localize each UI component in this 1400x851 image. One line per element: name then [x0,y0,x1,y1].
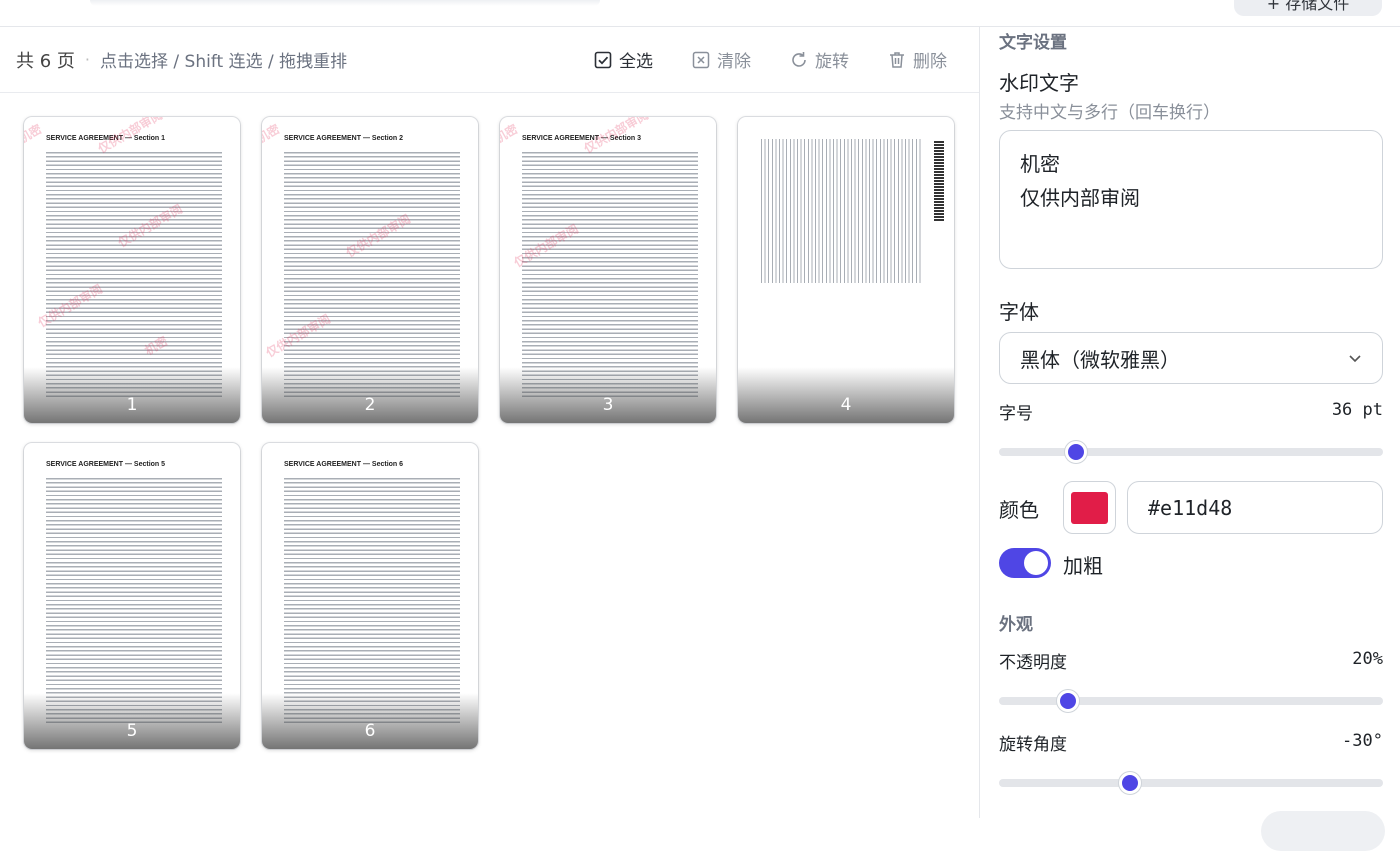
watermark-text-hint: 支持中文与多行（回车换行） [999,103,1220,123]
size-slider-thumb[interactable] [1064,441,1087,463]
watermark-text: 机密 [24,121,45,146]
color-hex-value: #e11d48 [1148,495,1233,520]
watermark-line: 机密 [1020,152,1060,176]
page-title: SERVICE AGREEMENT — Section 1 [46,135,166,142]
checkbox-icon [594,51,612,68]
page-number: 3 [602,395,614,415]
page-number: 1 [126,395,138,415]
page-thumbnail[interactable]: SERVICE AGREEMENT — Section 3 机密 仅供内部审阅 … [500,117,716,423]
rotate-button[interactable]: 旋转 [789,47,849,72]
page-thumbnail[interactable]: SERVICE AGREEMENT — Section 5 5 [24,443,240,749]
bottom-action-remnant[interactable] [1261,811,1385,851]
page-text-lines [284,151,460,397]
select-all-label: 全选 [619,52,653,72]
rotate-icon [792,51,806,67]
separator-dot: · [84,50,90,69]
page-text-lines [46,477,222,723]
watermark-text: 机密 [262,121,283,146]
text-settings-heading: 文字设置 [999,33,1067,53]
top-search-remnant [90,0,600,6]
clear-label: 清除 [717,52,751,72]
clear-box-icon [692,51,710,68]
rotation-value: -30° [1342,731,1383,751]
page-title: SERVICE AGREEMENT — Section 6 [284,461,404,468]
page-number: 4 [840,395,852,415]
watermark-text-label: 水印文字 [999,71,1079,95]
size-value: 36 pt [1331,400,1383,420]
appearance-heading: 外观 [999,615,1033,635]
rotation-label: 旋转角度 [999,735,1067,755]
rotated-page-title [934,141,944,221]
font-label: 字体 [999,300,1039,324]
page-toolbar: 共 6 页 · 点击选择 / Shift 连选 / 拖拽重排 全选 清除 旋转 … [0,27,979,93]
page-thumbnail[interactable]: SERVICE AGREEMENT — Section 6 6 [262,443,478,749]
select-all-button[interactable]: 全选 [593,47,653,72]
size-slider[interactable] [999,441,1383,463]
settings-panel: 文字设置 水印文字 支持中文与多行（回车换行） 机密 仅供内部审阅 字体 黑体（… [979,27,1400,851]
page-title: SERVICE AGREEMENT — Section 5 [46,461,166,468]
page-text-lines [760,139,922,283]
opacity-label: 不透明度 [999,653,1067,673]
watermark-line: 仅供内部审阅 [1020,186,1140,210]
font-select-value: 黑体（微软雅黑） [1020,347,1180,372]
page-text-lines [522,151,698,397]
page-thumbnail[interactable]: 4 [738,117,954,423]
trash-icon [890,51,904,68]
page-number: 5 [126,721,138,741]
chevron-down-icon [1349,355,1361,363]
color-swatch-fill [1071,491,1108,524]
rotation-slider[interactable] [999,772,1383,794]
opacity-slider[interactable] [999,690,1383,712]
bold-label: 加粗 [1063,554,1103,578]
page-number: 2 [364,395,376,415]
rotation-slider-thumb[interactable] [1118,772,1141,794]
watermark-textarea[interactable]: 机密 仅供内部审阅 [999,130,1383,269]
delete-label: 删除 [913,52,947,72]
page-text-lines [46,151,222,397]
color-hex-input[interactable]: #e11d48 [1127,481,1383,534]
watermark-text: 机密 [500,121,521,146]
save-file-button[interactable]: + 存储文件 [1234,0,1382,16]
font-select[interactable]: 黑体（微软雅黑） [999,332,1383,384]
top-bar: + 存储文件 [0,0,1400,27]
delete-button[interactable]: 删除 [887,47,947,72]
color-label: 颜色 [999,498,1039,522]
page-title: SERVICE AGREEMENT — Section 3 [522,135,642,142]
page-count: 共 6 页 [16,50,75,72]
toolbar-actions: 全选 清除 旋转 删除 [593,47,963,72]
page-thumbnail[interactable]: SERVICE AGREEMENT — Section 1 机密 仅供内部审阅 … [24,117,240,423]
clear-button[interactable]: 清除 [691,47,751,72]
page-number: 6 [364,721,376,741]
rotate-label: 旋转 [815,52,849,72]
opacity-value: 20% [1352,649,1383,669]
page-title: SERVICE AGREEMENT — Section 2 [284,135,404,142]
page-text-lines [284,477,460,723]
size-label: 字号 [999,404,1033,424]
selection-hint: 点击选择 / Shift 连选 / 拖拽重排 [100,52,348,72]
page-thumbnail[interactable]: SERVICE AGREEMENT — Section 2 机密 仅供内部审阅 … [262,117,478,423]
color-swatch[interactable] [1063,481,1116,534]
opacity-slider-thumb[interactable] [1057,690,1080,712]
page-organizer: 共 6 页 · 点击选择 / Shift 连选 / 拖拽重排 全选 清除 旋转 … [0,27,979,818]
bold-toggle[interactable] [999,548,1051,578]
